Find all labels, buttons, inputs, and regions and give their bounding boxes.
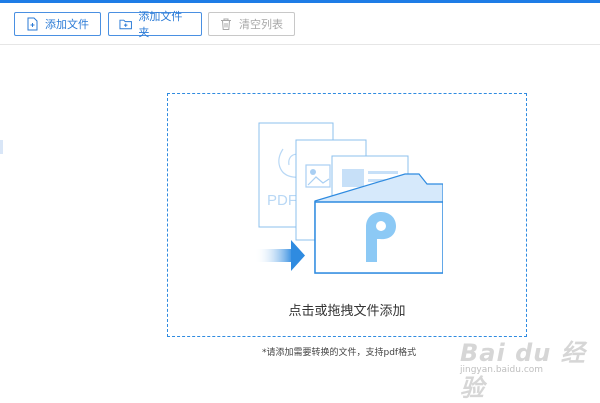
toolbar: 添加文件 添加文件夹 清空列表 [0, 3, 600, 45]
add-folder-label: 添加文件夹 [138, 10, 183, 39]
clear-list-label: 清空列表 [239, 18, 283, 31]
add-file-label: 添加文件 [45, 18, 89, 31]
file-drop-zone[interactable]: PDF 点击或拖拽文件添加 [167, 93, 527, 337]
drop-illustration: PDF [255, 122, 443, 274]
drop-zone-text: 点击或拖拽文件添加 [288, 304, 406, 319]
watermark: Bai du 经验 jingyan.baidu.com [460, 333, 590, 402]
add-folder-icon [119, 19, 132, 30]
watermark-url: jingyan.baidu.com [460, 365, 544, 375]
pdf-label: PDF [267, 192, 297, 209]
supported-format-hint: *请添加需要转换的文件，支持pdf格式 [262, 348, 417, 358]
add-folder-button[interactable]: 添加文件夹 [108, 10, 202, 39]
add-file-button[interactable]: 添加文件 [14, 12, 101, 36]
trash-icon [221, 18, 231, 30]
side-indicator [0, 140, 3, 154]
add-file-icon [27, 17, 38, 31]
clear-list-button[interactable]: 清空列表 [208, 12, 295, 36]
arrow-right-icon [255, 240, 305, 271]
